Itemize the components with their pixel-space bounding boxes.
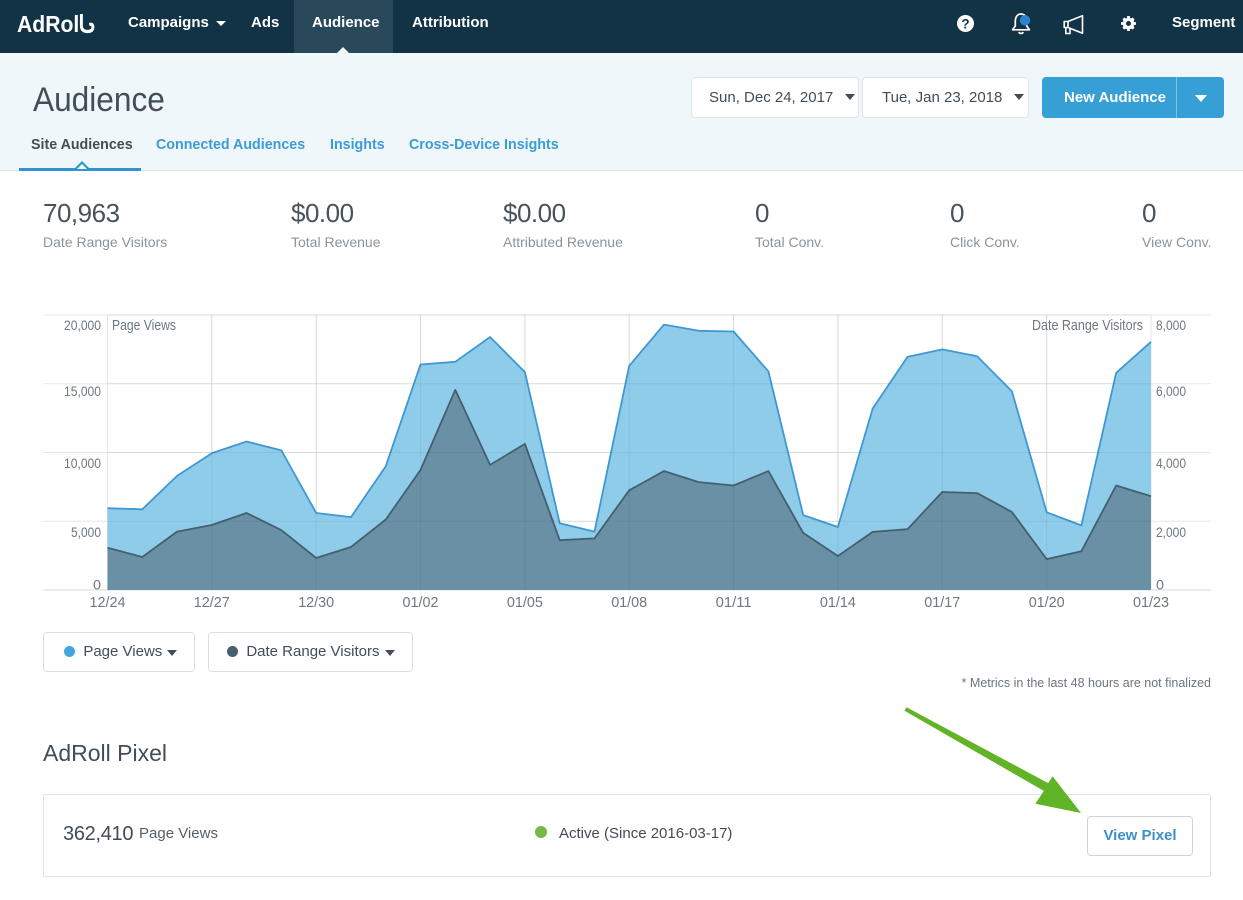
svg-text:01/08: 01/08 xyxy=(611,594,647,611)
svg-text:2,000: 2,000 xyxy=(1156,524,1186,540)
svg-text:4,000: 4,000 xyxy=(1156,455,1186,471)
svg-text:15,000: 15,000 xyxy=(64,383,101,399)
svg-text:0: 0 xyxy=(93,577,101,593)
svg-text:01/11: 01/11 xyxy=(716,594,752,611)
svg-text:01/05: 01/05 xyxy=(507,594,543,611)
svg-text:01/20: 01/20 xyxy=(1029,594,1065,611)
svg-text:8,000: 8,000 xyxy=(1156,317,1186,333)
svg-text:12/27: 12/27 xyxy=(194,594,230,611)
svg-text:12/30: 12/30 xyxy=(298,594,334,611)
svg-text:01/17: 01/17 xyxy=(924,594,960,611)
svg-text:01/02: 01/02 xyxy=(403,594,439,611)
svg-text:20,000: 20,000 xyxy=(64,317,101,333)
svg-text:5,000: 5,000 xyxy=(71,524,101,540)
svg-text:0: 0 xyxy=(1156,577,1164,593)
svg-text:12/24: 12/24 xyxy=(90,594,126,611)
svg-text:10,000: 10,000 xyxy=(64,455,101,471)
svg-text:Date Range Visitors: Date Range Visitors xyxy=(1032,317,1143,334)
svg-text:01/14: 01/14 xyxy=(820,594,856,611)
svg-text:Page Views: Page Views xyxy=(112,317,176,334)
svg-text:6,000: 6,000 xyxy=(1156,383,1186,399)
svg-text:01/23: 01/23 xyxy=(1133,594,1169,611)
